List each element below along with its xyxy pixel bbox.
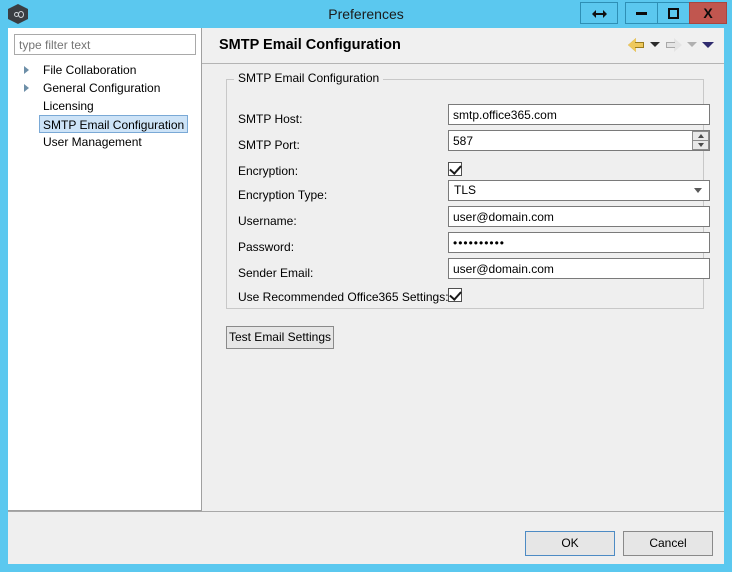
resize-arrows-icon	[591, 9, 607, 18]
username-label: Username:	[238, 214, 297, 228]
forward-history-chevron-down-icon	[687, 42, 697, 47]
tree-item-user-management[interactable]: User Management	[8, 133, 202, 151]
smtp-port-input[interactable]	[448, 130, 710, 151]
expand-arrow-placeholder	[24, 138, 29, 146]
smtp-port-increment-button[interactable]	[692, 131, 709, 141]
username-input[interactable]	[448, 206, 710, 227]
tree-item-label: User Management	[43, 135, 142, 149]
forward-arrow-icon	[665, 37, 682, 52]
chevron-up-icon	[697, 134, 704, 138]
tree-item-label: SMTP Email Configuration	[39, 115, 189, 133]
preferences-tree-panel: File Collaboration General Configuration…	[8, 28, 202, 511]
ok-button[interactable]: OK	[525, 531, 615, 556]
cancel-button[interactable]: Cancel	[623, 531, 713, 556]
test-email-settings-button[interactable]: Test Email Settings	[226, 326, 334, 349]
encryption-type-label: Encryption Type:	[238, 188, 328, 202]
preferences-window: Preferences X File Collaboration	[0, 0, 732, 572]
chevron-down-icon	[697, 143, 704, 147]
back-history-chevron-down-icon[interactable]	[650, 42, 660, 47]
maximize-icon	[668, 7, 679, 19]
page-title: SMTP Email Configuration	[219, 37, 401, 53]
title-bar: Preferences X	[0, 0, 732, 28]
expand-arrow-placeholder	[24, 120, 29, 128]
password-label: Password:	[238, 240, 295, 254]
chevron-down-icon	[694, 188, 702, 193]
restore-size-button[interactable]	[580, 2, 618, 24]
navigation-toolbar	[628, 37, 714, 52]
filter-input[interactable]	[14, 34, 196, 55]
checkmark-icon	[449, 162, 462, 175]
tree-item-licensing[interactable]: Licensing	[8, 97, 202, 115]
view-menu-chevron-down-icon[interactable]	[702, 41, 714, 48]
tree-item-label: File Collaboration	[43, 63, 137, 77]
tree-item-smtp-email-configuration[interactable]: SMTP Email Configuration	[8, 115, 202, 133]
smtp-port-stepper	[448, 130, 710, 151]
dialog-footer: OK Cancel	[8, 512, 724, 564]
preferences-tree: File Collaboration General Configuration…	[8, 61, 202, 151]
close-button[interactable]: X	[689, 2, 727, 24]
close-icon: X	[703, 5, 713, 21]
smtp-host-label: SMTP Host:	[238, 112, 303, 126]
tree-item-file-collaboration[interactable]: File Collaboration	[8, 61, 202, 79]
expand-arrow-icon[interactable]	[24, 66, 29, 74]
checkmark-icon	[449, 288, 462, 301]
maximize-button[interactable]	[657, 2, 690, 24]
encryption-type-select[interactable]: TLS	[448, 180, 710, 201]
tree-item-general-configuration[interactable]: General Configuration	[8, 79, 202, 97]
office365-settings-checkbox[interactable]	[448, 288, 462, 302]
smtp-port-spin-buttons	[692, 131, 709, 150]
window-title: Preferences	[328, 6, 404, 22]
back-arrow-icon[interactable]	[628, 37, 645, 52]
groupbox-title: SMTP Email Configuration	[234, 71, 384, 85]
minimize-button[interactable]	[625, 2, 658, 24]
encryption-type-value: TLS	[454, 183, 477, 197]
settings-content-pane: SMTP Email Configuration SMTP Email Conf…	[202, 28, 724, 511]
encryption-label: Encryption:	[238, 164, 299, 178]
client-area: File Collaboration General Configuration…	[8, 28, 724, 564]
encryption-checkbox[interactable]	[448, 162, 462, 176]
password-input[interactable]	[448, 232, 710, 253]
smtp-host-input[interactable]	[448, 104, 710, 125]
expand-arrow-placeholder	[24, 102, 29, 110]
minimize-icon	[636, 11, 647, 15]
tree-item-label: Licensing	[43, 99, 94, 113]
expand-arrow-icon[interactable]	[24, 84, 29, 92]
smtp-port-decrement-button[interactable]	[692, 141, 709, 150]
sender-email-input[interactable]	[448, 258, 710, 279]
tree-item-label: General Configuration	[43, 81, 161, 95]
office365-settings-label: Use Recommended Office365 Settings:	[238, 290, 449, 304]
sender-email-label: Sender Email:	[238, 266, 314, 280]
smtp-port-label: SMTP Port:	[238, 138, 300, 152]
